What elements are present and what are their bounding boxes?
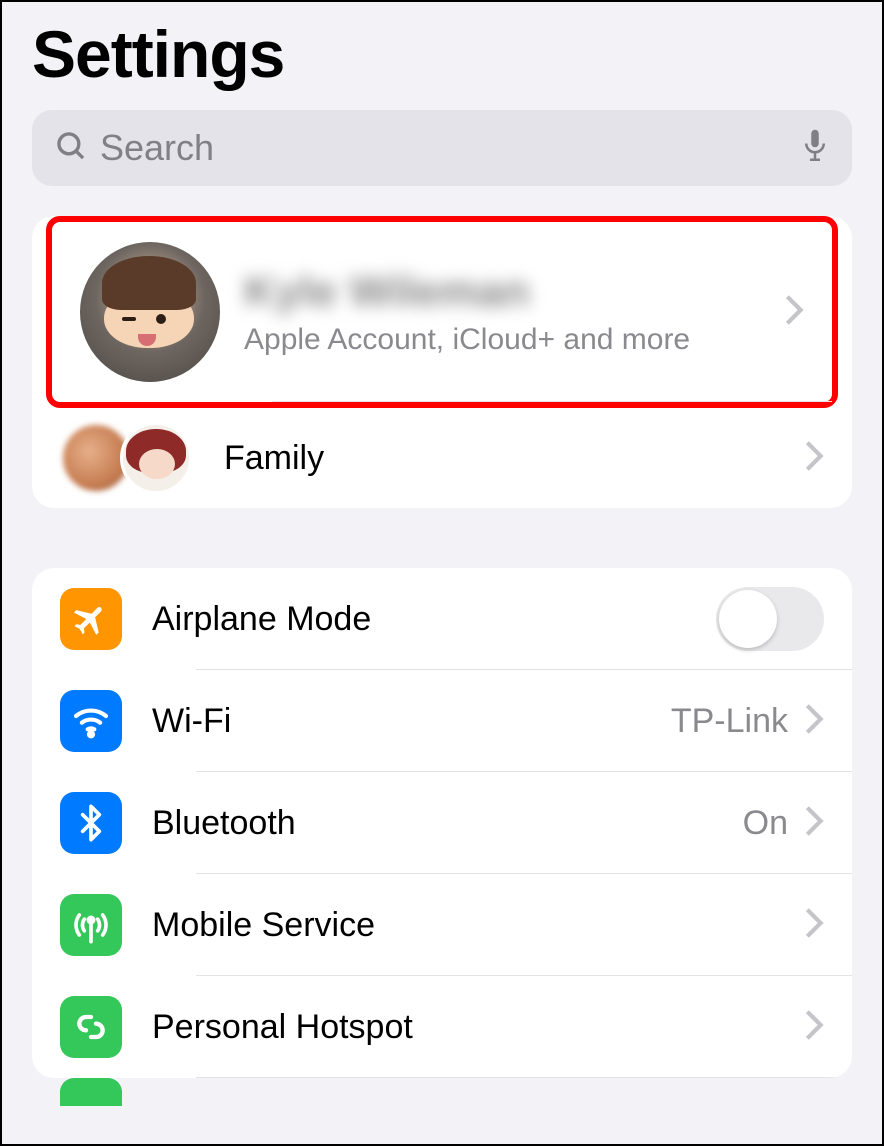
microphone-icon[interactable] [800, 126, 830, 171]
airplane-mode-label: Airplane Mode [152, 600, 716, 639]
family-avatars [60, 422, 196, 494]
search-placeholder: Search [100, 127, 800, 169]
highlight-annotation: Kyle Wileman Apple Account, iCloud+ and … [46, 216, 838, 408]
hotspot-icon [60, 996, 122, 1058]
family-label: Family [224, 439, 804, 478]
bluetooth-row[interactable]: Bluetooth On [32, 772, 852, 874]
bluetooth-label: Bluetooth [152, 804, 743, 843]
wifi-icon [60, 690, 122, 752]
apple-account-row[interactable]: Kyle Wileman Apple Account, iCloud+ and … [52, 222, 832, 402]
page-title: Settings [2, 2, 882, 110]
antenna-icon [60, 894, 122, 956]
chevron-right-icon [784, 293, 804, 332]
connectivity-group: Airplane Mode Wi-Fi TP-Link Bl [32, 568, 852, 1078]
mobile-service-label: Mobile Service [152, 906, 804, 945]
wifi-value: TP-Link [671, 702, 788, 741]
family-row[interactable]: Family [32, 408, 852, 508]
user-avatar [80, 242, 220, 382]
account-name: Kyle Wileman [244, 267, 784, 317]
partial-next-row-icon [60, 1078, 122, 1106]
personal-hotspot-label: Personal Hotspot [152, 1008, 804, 1047]
chevron-right-icon [804, 702, 824, 741]
wifi-label: Wi-Fi [152, 702, 671, 741]
mobile-service-row[interactable]: Mobile Service [32, 874, 852, 976]
search-field[interactable]: Search [32, 110, 852, 186]
bluetooth-value: On [743, 804, 788, 843]
airplane-mode-row[interactable]: Airplane Mode [32, 568, 852, 670]
wifi-row[interactable]: Wi-Fi TP-Link [32, 670, 852, 772]
chevron-right-icon [804, 439, 824, 478]
personal-hotspot-row[interactable]: Personal Hotspot [32, 976, 852, 1078]
search-icon [54, 129, 88, 168]
chevron-right-icon [804, 906, 824, 945]
chevron-right-icon [804, 804, 824, 843]
airplane-mode-toggle[interactable] [716, 587, 824, 651]
account-group: Kyle Wileman Apple Account, iCloud+ and … [32, 216, 852, 508]
account-subtitle: Apple Account, iCloud+ and more [244, 323, 784, 357]
bluetooth-icon [60, 792, 122, 854]
airplane-icon [60, 588, 122, 650]
chevron-right-icon [804, 1008, 824, 1047]
